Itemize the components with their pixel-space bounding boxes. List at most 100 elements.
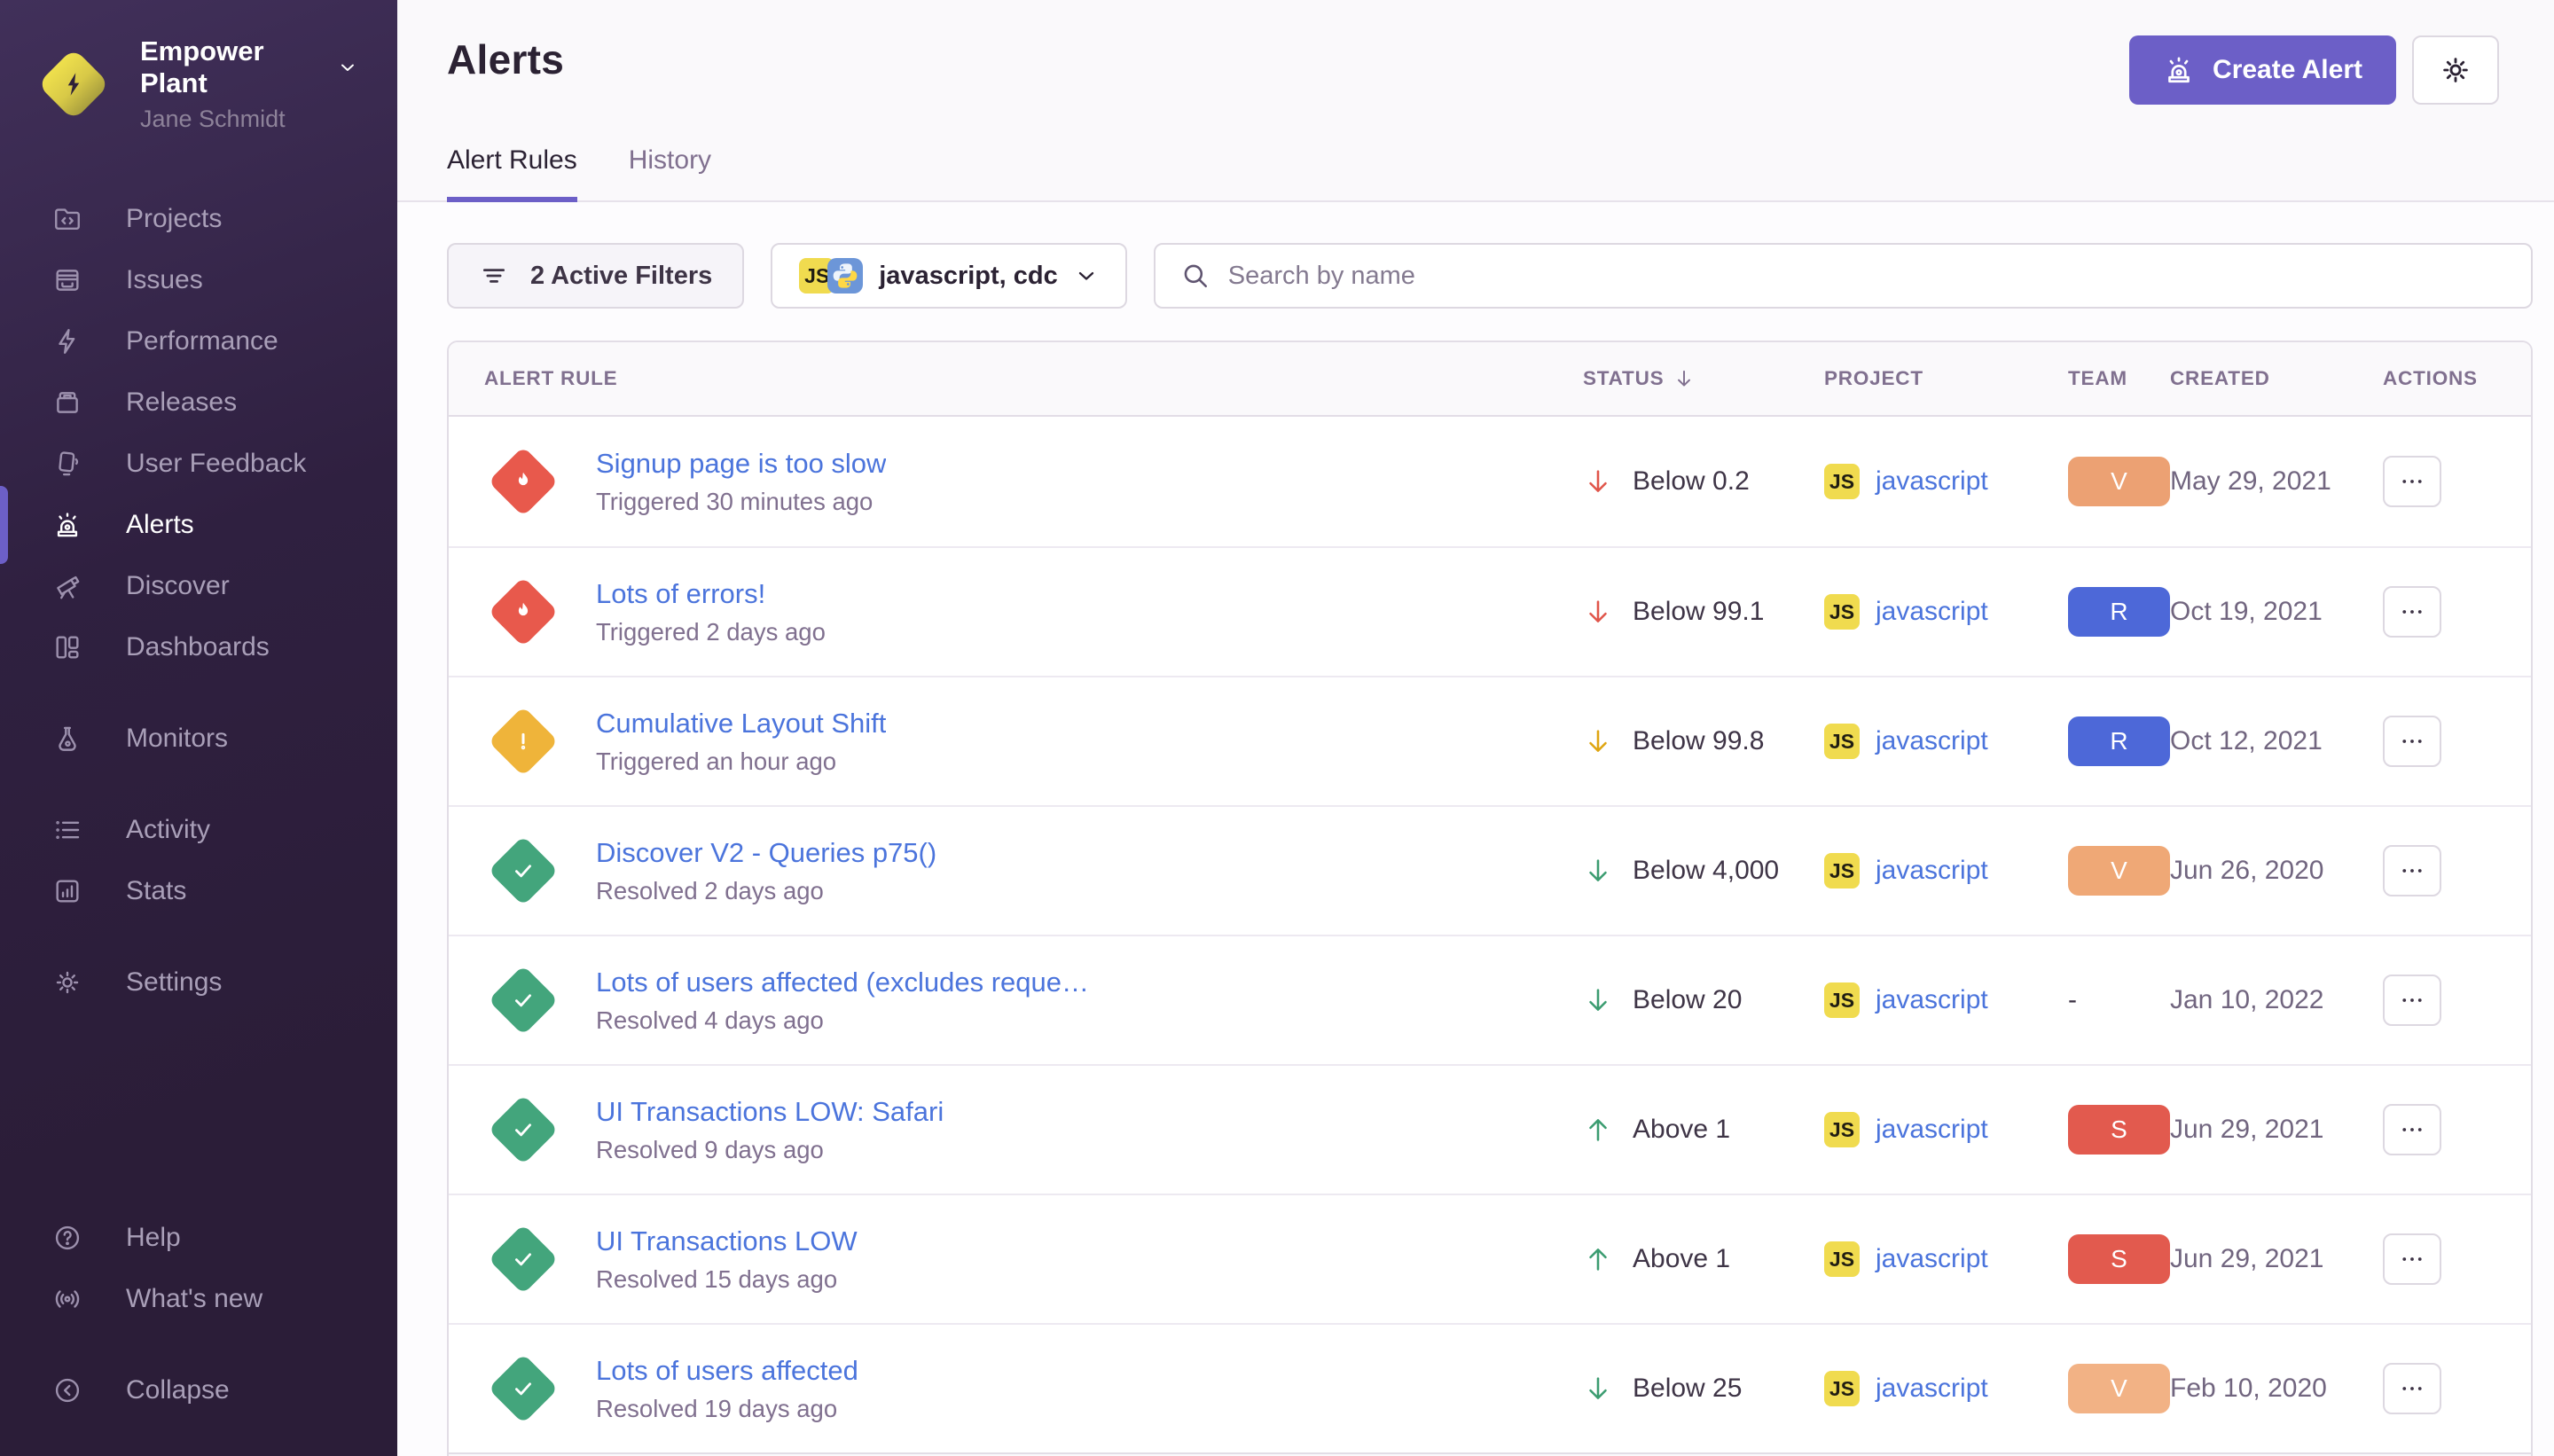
sidebar-item-monitors[interactable]: Monitors [0, 708, 397, 769]
project-cell: JS javascript [1824, 982, 2068, 1018]
search-input[interactable] [1228, 262, 2506, 291]
status-cell: Above 1 [1583, 1115, 1824, 1145]
column-header-status[interactable]: Status [1583, 367, 1824, 390]
team-badge: R [2068, 587, 2170, 637]
created-date: Jun 26, 2020 [2170, 856, 2383, 886]
more-actions-button[interactable] [2383, 456, 2441, 507]
sidebar-item-activity[interactable]: Activity [0, 799, 397, 860]
project-link[interactable]: javascript [1876, 597, 1988, 627]
team-cell: R [2068, 587, 2170, 637]
project-link[interactable]: javascript [1876, 726, 1988, 756]
tab-history[interactable]: History [629, 145, 711, 202]
more-actions-button[interactable] [2383, 975, 2441, 1026]
sidebar-item-user-feedback[interactable]: User Feedback [0, 433, 397, 494]
sidebar-item-collapse[interactable]: Collapse [0, 1359, 397, 1421]
filter-icon [479, 261, 509, 291]
team-cell: V [2068, 1364, 2170, 1413]
javascript-platform-icon: JS [1824, 1241, 1860, 1277]
alert-settings-button[interactable] [2412, 35, 2499, 105]
created-date: Jun 29, 2021 [2170, 1244, 2383, 1274]
sidebar-item-help[interactable]: Help [0, 1207, 397, 1268]
alerts-content: 2 Active Filters JS javascript, cdc Aler… [397, 202, 2554, 1456]
alert-rule-link[interactable]: Lots of errors! [596, 578, 826, 610]
sidebar-item-issues[interactable]: Issues [0, 249, 397, 310]
performance-icon [43, 326, 92, 356]
alert-rule-subtitle: Triggered 30 minutes ago [596, 488, 886, 516]
project-link[interactable]: javascript [1876, 856, 1988, 886]
sidebar-item-performance[interactable]: Performance [0, 310, 397, 372]
alert-severity-icon [488, 706, 558, 776]
arrow-down-icon [1583, 466, 1613, 497]
alert-severity-icon [488, 1224, 558, 1294]
more-actions-button[interactable] [2383, 586, 2441, 638]
project-link[interactable]: javascript [1876, 1115, 1988, 1145]
more-actions-button[interactable] [2383, 1233, 2441, 1285]
releases-icon [43, 387, 92, 418]
exclamation-icon [511, 729, 536, 754]
arrow-down-icon [1583, 856, 1613, 886]
check-icon [511, 988, 536, 1013]
collapse-icon [43, 1375, 92, 1405]
status-value: Below 0.2 [1633, 466, 1750, 497]
more-actions-button[interactable] [2383, 845, 2441, 896]
sidebar-item-projects[interactable]: Projects [0, 188, 397, 249]
project-cell: JS javascript [1824, 464, 2068, 499]
more-actions-button[interactable] [2383, 1363, 2441, 1414]
alert-rule-cell: Lots of errors! Triggered 2 days ago [484, 578, 1583, 646]
project-cell: JS javascript [1824, 853, 2068, 888]
project-link[interactable]: javascript [1876, 466, 1988, 497]
team-cell: V [2068, 846, 2170, 896]
alert-rule-subtitle: Resolved 15 days ago [596, 1265, 858, 1294]
alert-rule-link[interactable]: Discover V2 - Queries p75() [596, 837, 936, 869]
sidebar-item-settings[interactable]: Settings [0, 951, 397, 1013]
arrow-down-icon [1583, 726, 1613, 756]
monitors-icon [43, 724, 92, 754]
alert-rule-subtitle: Resolved 19 days ago [596, 1395, 858, 1423]
active-filters-button[interactable]: 2 Active Filters [447, 243, 744, 309]
sidebar-item-stats[interactable]: Stats [0, 860, 397, 921]
project-cell: JS javascript [1824, 1112, 2068, 1147]
project-link[interactable]: javascript [1876, 985, 1988, 1015]
alert-rule-link[interactable]: Lots of users affected (excludes reque… [596, 967, 1089, 998]
created-date: Feb 10, 2020 [2170, 1374, 2383, 1404]
tab-bar: Alert Rules History [447, 145, 2499, 200]
project-selector[interactable]: JS javascript, cdc [771, 243, 1127, 309]
sidebar-item-label: Alerts [126, 510, 194, 540]
more-actions-button[interactable] [2383, 1104, 2441, 1155]
sidebar-item-label: Settings [126, 967, 222, 998]
sidebar-item-discover[interactable]: Discover [0, 555, 397, 616]
ellipsis-icon [2399, 857, 2425, 884]
alert-rule-link[interactable]: Cumulative Layout Shift [596, 708, 886, 740]
sidebar-item-alerts[interactable]: Alerts [0, 494, 397, 555]
create-alert-button[interactable]: Create Alert [2129, 35, 2396, 105]
sidebar-item-label: Releases [126, 387, 237, 418]
project-link[interactable]: javascript [1876, 1244, 1988, 1274]
sidebar-item-whats-new[interactable]: What's new [0, 1268, 397, 1329]
alert-rule-link[interactable]: Signup page is too slow [596, 448, 886, 480]
alert-rule-link[interactable]: UI Transactions LOW: Safari [596, 1096, 944, 1128]
nav-section-gap [0, 921, 397, 951]
more-actions-button[interactable] [2383, 716, 2441, 767]
sidebar-item-dashboards[interactable]: Dashboards [0, 616, 397, 677]
project-cell: JS javascript [1824, 1371, 2068, 1406]
tab-alert-rules[interactable]: Alert Rules [447, 145, 577, 202]
sidebar-item-releases[interactable]: Releases [0, 372, 397, 433]
team-badge: V [2068, 457, 2170, 506]
project-selector-label: javascript, cdc [879, 262, 1058, 291]
org-switcher[interactable]: Empower Plant Jane Schmidt [0, 35, 397, 133]
alert-rule-link[interactable]: Lots of users affected [596, 1355, 858, 1387]
created-date: Oct 12, 2021 [2170, 726, 2383, 756]
alert-rule-subtitle: Resolved 9 days ago [596, 1136, 944, 1164]
arrow-down-icon [1583, 597, 1613, 627]
dashboards-icon [43, 632, 92, 662]
alert-rule-link[interactable]: UI Transactions LOW [596, 1225, 858, 1257]
table-row: Lots of errors! Triggered 2 days ago Bel… [449, 546, 2531, 676]
projects-icon [43, 204, 92, 234]
status-value: Below 99.8 [1633, 726, 1764, 756]
org-logo [37, 48, 110, 121]
team-badge: S [2068, 1234, 2170, 1284]
nav-section-gap [0, 1329, 397, 1359]
project-cell: JS javascript [1824, 1241, 2068, 1277]
project-link[interactable]: javascript [1876, 1374, 1988, 1404]
actions-cell [2383, 975, 2495, 1026]
